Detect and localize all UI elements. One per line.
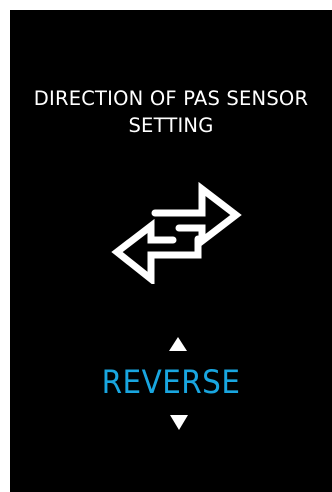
setting-value: REVERSE <box>101 363 241 401</box>
settings-screen: DIRECTION OF PAS SENSOR SETTING REVERSE <box>10 10 332 492</box>
value-down-button[interactable] <box>170 415 188 430</box>
swap-arrows-icon <box>111 181 242 284</box>
page-title: DIRECTION OF PAS SENSOR SETTING <box>10 85 332 139</box>
title-line-1: DIRECTION OF PAS SENSOR <box>33 87 309 110</box>
title-line-2: SETTING <box>128 114 214 137</box>
value-up-button[interactable] <box>169 337 187 351</box>
